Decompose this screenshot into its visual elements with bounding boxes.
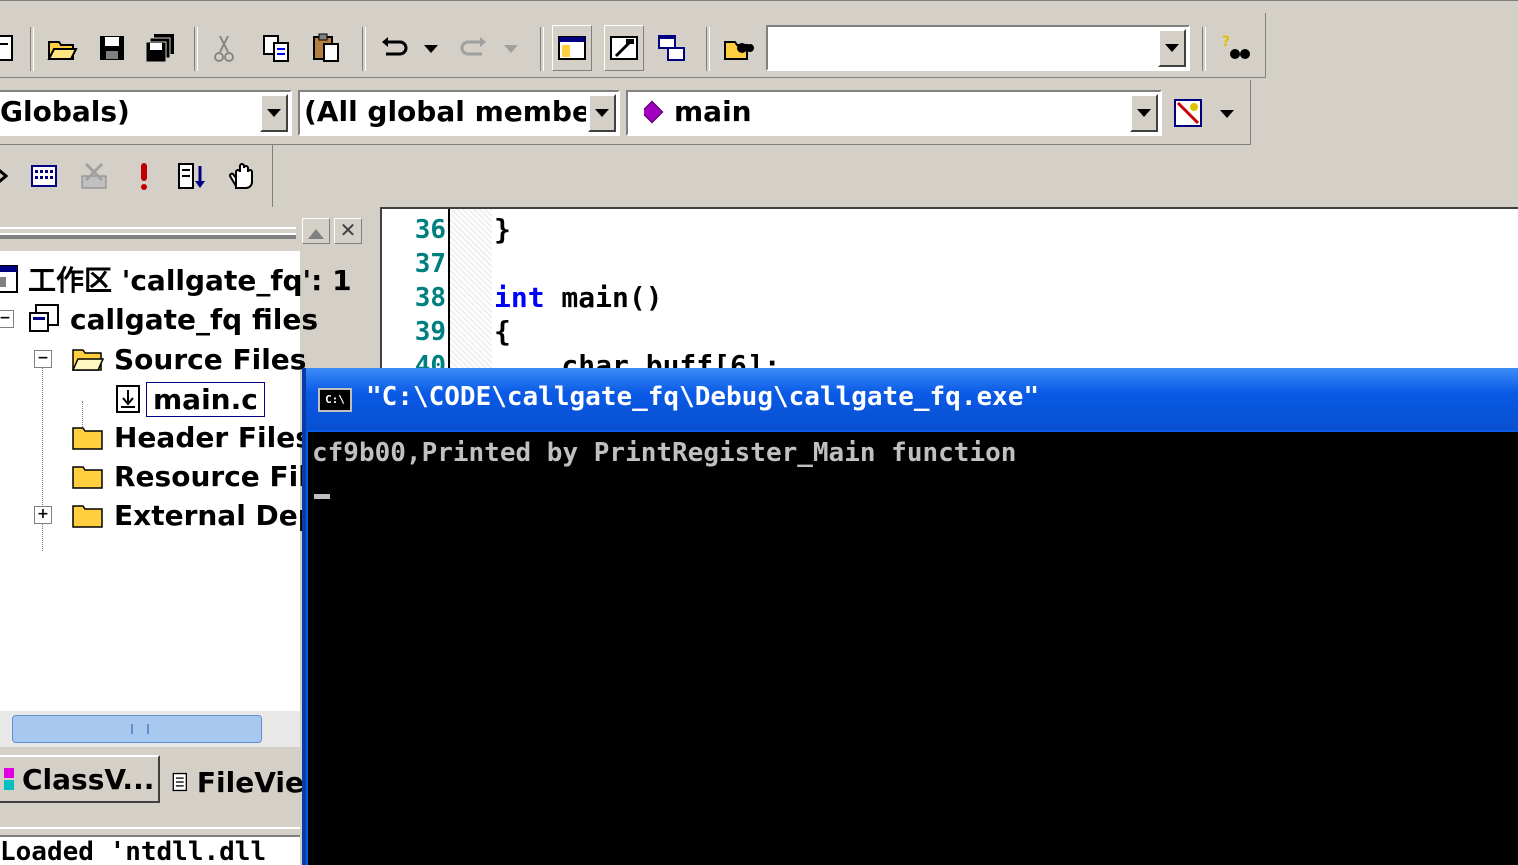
class-combo-value: Globals) (0, 95, 130, 128)
filter-combo[interactable]: (All global members (298, 90, 620, 136)
tab-file-view-label: FileVie (196, 765, 304, 799)
new-file-icon[interactable] (0, 25, 22, 71)
workspace-icon[interactable] (552, 25, 592, 71)
execute-icon[interactable] (124, 153, 164, 199)
copy-icon[interactable] (256, 25, 296, 71)
console-titlebar[interactable]: C:\ "C:\CODE\callgate_fq\Debug\callgate_… (306, 368, 1518, 430)
undo-dropdown-icon[interactable] (424, 45, 438, 53)
standard-toolbar: ? (0, 0, 1518, 81)
find-combo[interactable] (766, 25, 1190, 71)
code-editor[interactable]: 36 } 37 38 int main() 39 { 40 char buff[… (380, 207, 1518, 382)
tree-source-files-label: Source Files (114, 342, 307, 376)
save-all-icon[interactable] (140, 25, 180, 71)
folder-icon (72, 466, 103, 489)
workspace-hscrollbar[interactable] (0, 711, 300, 747)
member-diamond-icon (644, 100, 664, 123)
workspace-pane: 工作区 'callgate_fq': 1 − callgate_fq files… (0, 207, 352, 827)
tree-project[interactable]: − callgate_fq files (0, 301, 318, 337)
open-folder-icon (72, 349, 104, 371)
source-file-icon (116, 385, 140, 413)
member-combo-value: main (674, 95, 752, 128)
member-combo-dropdown-icon[interactable] (1130, 94, 1158, 132)
console-app-icon[interactable]: C:\ (318, 388, 352, 412)
code-line: int main() (494, 281, 663, 314)
wizard-action-dropdown-icon[interactable] (1220, 110, 1234, 118)
tab-class-view[interactable]: ClassV... (0, 755, 160, 803)
selection-margin (450, 209, 492, 379)
tree-external-deps-label: External Dep (114, 498, 318, 532)
class-combo[interactable]: Globals) (0, 90, 292, 136)
source-collapse-icon[interactable]: − (34, 350, 52, 368)
tree-resource-files[interactable]: Resource Fil (72, 458, 308, 494)
folder-icon (72, 427, 103, 450)
project-collapse-icon[interactable]: − (0, 310, 14, 328)
output-pane: Loaded 'ntdll.dll (0, 837, 300, 865)
wizard-bar: Globals) (All global members main (0, 80, 1251, 145)
console-cursor (314, 494, 330, 499)
compile-icon[interactable] (0, 153, 20, 199)
save-icon[interactable] (92, 25, 132, 71)
find-in-files-icon[interactable] (718, 25, 758, 71)
paste-icon[interactable] (306, 25, 346, 71)
build-toolbar (0, 145, 273, 207)
find-combo-dropdown-icon[interactable] (1158, 29, 1186, 67)
tree-resource-files-label: Resource Fil (114, 459, 308, 493)
class-combo-dropdown-icon[interactable] (260, 94, 288, 132)
folder-icon (72, 505, 103, 528)
tab-file-view[interactable]: FileVie (164, 759, 304, 805)
tab-class-view-label: ClassV... (22, 762, 155, 796)
find-icon[interactable]: ? (1216, 25, 1256, 71)
console-title: "C:\CODE\callgate_fq\Debug\callgate_fq.e… (366, 382, 1040, 412)
workspace-hscroll-thumb[interactable] (12, 715, 262, 743)
project-icon (29, 304, 59, 332)
tree-external-deps[interactable]: + External Dep (34, 497, 318, 533)
build-icon[interactable] (24, 153, 64, 199)
line-number: 37 (414, 249, 446, 279)
line-number: 39 (414, 317, 446, 347)
workspace-tree: 工作区 'callgate_fq': 1 − callgate_fq files… (0, 251, 352, 711)
wizard-action-icon[interactable] (1168, 90, 1208, 136)
filter-combo-dropdown-icon[interactable] (588, 94, 616, 132)
window-list-icon[interactable] (652, 25, 692, 71)
class-view-icon (4, 768, 14, 790)
tree-header-files-label: Header Files (114, 420, 312, 454)
workspace-restore-button[interactable] (302, 218, 330, 244)
console-output-line: cf9b00,Printed by PrintRegister_Main fun… (312, 438, 1017, 468)
stop-build-icon[interactable] (74, 153, 114, 199)
console-window[interactable]: C:\ "C:\CODE\callgate_fq\Debug\callgate_… (302, 368, 1518, 865)
member-combo[interactable]: main (626, 90, 1162, 136)
tree-header-files[interactable]: Header Files (72, 419, 312, 455)
line-number: 38 (414, 283, 446, 313)
open-folder-icon[interactable] (42, 25, 82, 71)
file-view-icon (172, 772, 187, 792)
tree-source-files[interactable]: − Source Files (34, 341, 306, 377)
step-into-icon[interactable] (172, 153, 212, 199)
line-number: 36 (414, 215, 446, 245)
output-icon[interactable] (604, 25, 644, 71)
output-line: Loaded 'ntdll.dll (0, 837, 267, 865)
redo-icon[interactable] (454, 25, 494, 71)
workspace-root-icon (0, 265, 18, 293)
tree-project-label: callgate_fq files (70, 302, 318, 336)
tree-workspace-root[interactable]: 工作区 'callgate_fq': 1 (0, 261, 352, 297)
external-expand-icon[interactable]: + (34, 506, 52, 524)
hand-icon[interactable] (222, 153, 262, 199)
code-line: } (494, 213, 511, 246)
tree-main-c[interactable]: main.c (114, 381, 265, 417)
filter-combo-value: (All global members (304, 95, 586, 128)
keyword: int (494, 281, 545, 314)
tree-workspace-root-label: 工作区 'callgate_fq': 1 (28, 264, 352, 297)
workspace-close-button[interactable]: ✕ (334, 218, 362, 244)
console-client[interactable]: cf9b00,Printed by PrintRegister_Main fun… (308, 432, 1518, 865)
cut-icon[interactable] (204, 25, 244, 71)
redo-dropdown-icon[interactable] (504, 45, 518, 53)
undo-icon[interactable] (374, 25, 414, 71)
code-line: { (494, 315, 511, 348)
tree-main-c-label: main.c (146, 381, 265, 417)
svg-text:?: ? (1222, 34, 1230, 50)
code-text: main() (544, 281, 663, 314)
